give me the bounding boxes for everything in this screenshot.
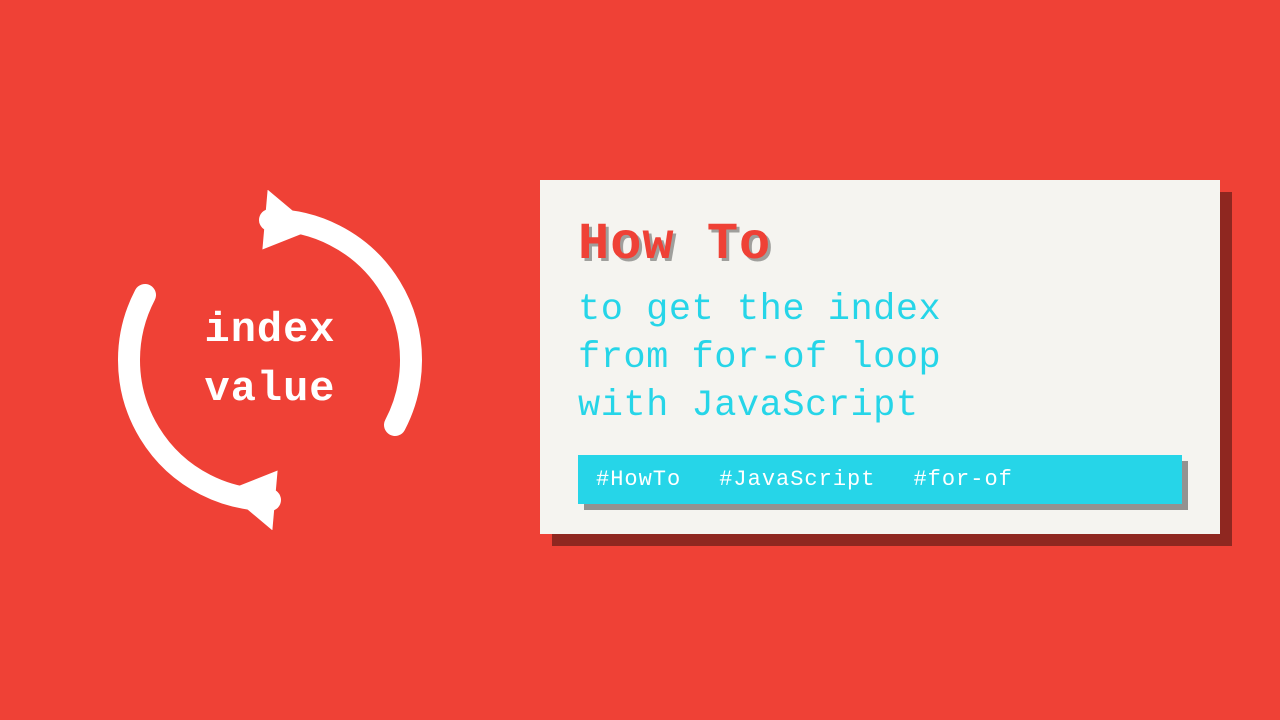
card-title: How To [578, 215, 1182, 274]
card-subtitle: to get the index from for-of loop with J… [578, 286, 1182, 430]
tags-bar: #HowTo #JavaScript #for-of [578, 455, 1182, 504]
cycle-graphic: index value [100, 190, 440, 530]
tag-forof: #for-of [913, 467, 1012, 492]
tag-howto: #HowTo [596, 467, 681, 492]
info-card: How To to get the index from for-of loop… [540, 180, 1220, 534]
cycle-text-line1: index [204, 301, 335, 360]
cycle-text-line2: value [204, 360, 335, 419]
tag-javascript: #JavaScript [719, 467, 875, 492]
cycle-text: index value [204, 301, 335, 419]
